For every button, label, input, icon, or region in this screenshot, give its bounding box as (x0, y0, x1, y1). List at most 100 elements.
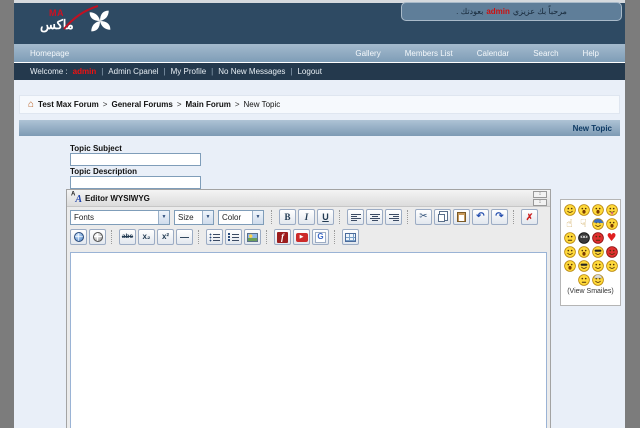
redo-button[interactable]: ↷ (491, 209, 508, 225)
separator: | (163, 67, 166, 76)
logo-ma-text: MA (49, 8, 64, 18)
remove-format-button[interactable]: ✗ (521, 209, 538, 225)
smiley-laugh-icon[interactable] (577, 245, 590, 258)
toolbar-separator (334, 230, 336, 244)
nav-item-calendar[interactable]: Calendar (477, 49, 509, 58)
pinwheel-icon (89, 10, 111, 31)
nav-item-search[interactable]: Search (533, 49, 558, 58)
smiley-shocked-icon[interactable] (605, 217, 618, 230)
smiley-tongue-icon[interactable] (605, 203, 618, 216)
userbar-link-my-profile[interactable]: My Profile (171, 67, 207, 76)
insert-table-button[interactable] (342, 229, 359, 245)
smiley-cap-icon[interactable] (591, 217, 604, 230)
fonts-select[interactable]: Fonts ▼ (70, 209, 170, 225)
topic-description-input[interactable] (70, 176, 201, 189)
google-video-button[interactable]: G (312, 229, 329, 245)
smiley-grin-icon[interactable] (577, 203, 590, 216)
italic-button[interactable]: I (298, 209, 315, 225)
nav-item-homepage[interactable]: Homepage (14, 49, 69, 58)
userbar-link-no-new-messages[interactable]: No New Messages (218, 67, 285, 76)
smiley-heart-icon[interactable]: ♥ (605, 231, 618, 244)
arrow-up-down-icon: ↕ (538, 199, 542, 205)
smiley-ninja-icon[interactable] (577, 231, 590, 244)
remove-link-icon (92, 232, 103, 242)
breadcrumb-separator: > (176, 100, 182, 109)
bold-button[interactable]: B (279, 209, 296, 225)
smiley-devil-icon[interactable] (605, 245, 618, 258)
editor-body-textarea[interactable] (70, 252, 547, 428)
userbar-link-logout[interactable]: Logout (297, 67, 321, 76)
horizontal-rule-button[interactable]: — (176, 229, 193, 245)
editor-collapse-up-button[interactable]: ↕ (533, 191, 547, 198)
superscript-button[interactable]: x² (157, 229, 174, 245)
youtube-button[interactable]: ▶ (293, 229, 310, 245)
logo-word-text: ماكس (40, 17, 74, 32)
undo-button[interactable]: ↶ (472, 209, 489, 225)
color-select[interactable]: Color ▼ (218, 209, 264, 225)
editor-header: AA Editor WYSIWYG ↕ ↕ (67, 190, 550, 207)
size-select[interactable]: Size ▼ (174, 209, 214, 225)
breadcrumb-test-max-forum[interactable]: Test Max Forum (38, 100, 99, 109)
bold-icon: B (284, 211, 291, 222)
smiley-smile-icon[interactable] (563, 203, 576, 216)
smiley-angry-icon[interactable] (591, 231, 604, 244)
smiley-wink-icon[interactable] (605, 259, 618, 272)
smiley-turban-icon[interactable] (591, 273, 604, 286)
unordered-list-button[interactable] (206, 229, 223, 245)
welcome-message-box: مرحباً بك عزيزي admin بعودتك . (401, 2, 622, 21)
welcome-suffix: بعودتك . (456, 7, 484, 16)
superscript-icon: x² (161, 232, 170, 241)
flash-button[interactable]: f (274, 229, 291, 245)
editor-collapse-down-button[interactable]: ↕ (533, 199, 547, 206)
unordered-list-icon (209, 232, 220, 242)
smiley-grin2-icon[interactable] (563, 259, 576, 272)
remove-link-button[interactable] (89, 229, 106, 245)
smiley-thumbs-down-icon[interactable]: ☟ (577, 217, 590, 230)
arrow-up-down-icon: ↕ (538, 191, 542, 197)
paste-button[interactable] (453, 209, 470, 225)
smiley-shades-icon[interactable] (577, 259, 590, 272)
smiley-rolleyes-icon[interactable] (577, 273, 590, 286)
nav-item-members-list[interactable]: Members List (405, 49, 453, 58)
smiley-happy-icon[interactable] (563, 245, 576, 258)
underline-button[interactable]: U (317, 209, 334, 225)
nav-item-gallery[interactable]: Gallery (355, 49, 380, 58)
strikethrough-button[interactable]: abc (119, 229, 136, 245)
topic-subject-input[interactable] (70, 153, 201, 166)
insert-image-button[interactable] (244, 229, 261, 245)
cut-button[interactable]: ✂ (415, 209, 432, 225)
userbar-link-admin-cpanel[interactable]: Admin Cpanel (108, 67, 158, 76)
nav-item-help[interactable]: Help (583, 49, 599, 58)
google-video-icon: G (315, 231, 326, 243)
align-left-button[interactable] (347, 209, 364, 225)
smiley-singing-icon[interactable] (591, 203, 604, 216)
forum-logo[interactable]: MA ماكس (40, 5, 112, 33)
smiley-smiley-icon[interactable] (591, 259, 604, 272)
breadcrumb-main-forum[interactable]: Main Forum (186, 100, 231, 109)
breadcrumb-separator: > (234, 100, 240, 109)
welcome-username[interactable]: admin (486, 7, 510, 16)
welcome-label: Welcome : (30, 67, 68, 76)
smiley-thumbs-up-icon[interactable]: ☝ (563, 217, 576, 230)
toolbar-separator (111, 230, 113, 244)
breadcrumb-general-forums[interactable]: General Forums (111, 100, 172, 109)
insert-link-button[interactable] (70, 229, 87, 245)
chevron-down-icon: ▼ (202, 210, 213, 224)
align-center-button[interactable] (366, 209, 383, 225)
subscript-button[interactable]: x₂ (138, 229, 155, 245)
editor-collapse-controls: ↕ ↕ (533, 191, 547, 206)
flash-icon: f (277, 231, 288, 243)
home-icon[interactable]: ⌂ (28, 99, 34, 110)
smiley-cool-icon[interactable] (591, 245, 604, 258)
userbar-username[interactable]: admin (73, 67, 97, 76)
ordered-list-button[interactable] (225, 229, 242, 245)
smiley-neutral-icon[interactable] (563, 231, 576, 244)
align-right-button[interactable] (385, 209, 402, 225)
header: MA ماكس مرحباً بك عزيزي admin بعودتك . (14, 2, 625, 44)
horizontal-rule-icon: — (180, 231, 189, 242)
strikethrough-icon: abc (121, 232, 134, 240)
copy-button[interactable] (434, 209, 451, 225)
view-smilies-link[interactable]: (View Smailes) (567, 288, 614, 295)
separator: | (290, 67, 293, 76)
separator: | (211, 67, 214, 76)
